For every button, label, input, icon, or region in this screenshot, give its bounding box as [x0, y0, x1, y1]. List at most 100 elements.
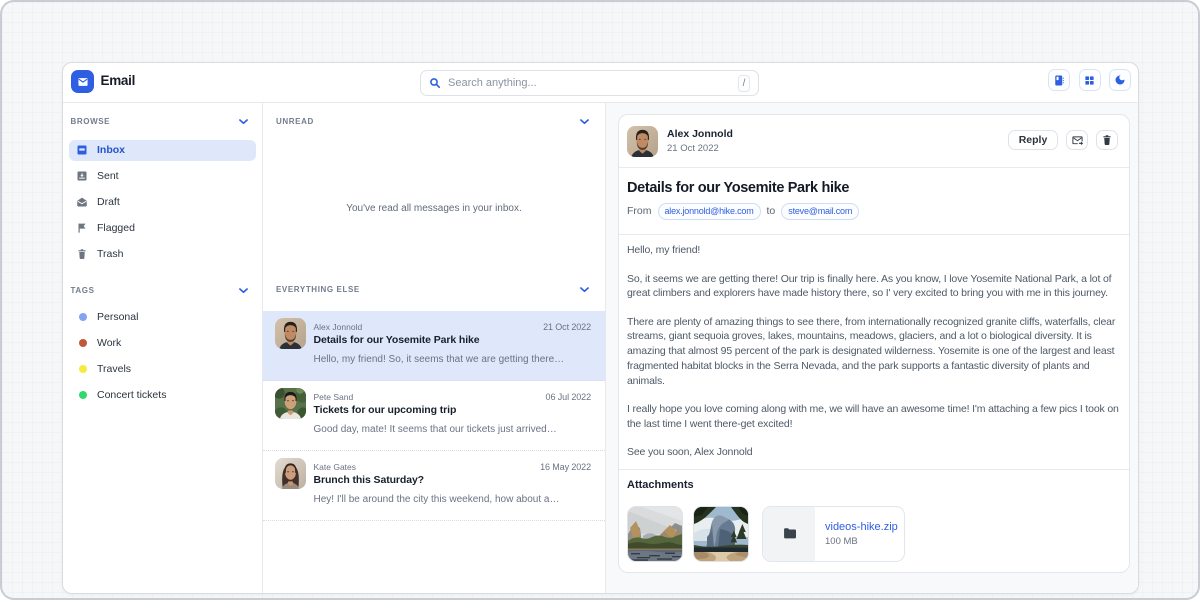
unread-section-header[interactable]: UNREAD [263, 114, 605, 130]
sidebar-item-label: Draft [97, 196, 120, 208]
sidebar-item-label: Flagged [97, 222, 135, 234]
forward-to-inbox-icon [1071, 134, 1084, 147]
tag-dot-work [79, 339, 87, 347]
tags-section-header[interactable]: TAGS [63, 283, 262, 299]
browse-list: Inbox Sent Draft [63, 140, 262, 265]
trash-icon [76, 248, 88, 260]
zip-info: videos-hike.zip 100 MB [815, 507, 898, 561]
tag-label: Personal [97, 311, 138, 323]
attachment-zip-card[interactable]: videos-hike.zip 100 MB [762, 506, 905, 562]
chevron-down-icon[interactable] [580, 119, 589, 125]
email-header: Alex Jonnold 21 Oct 2022 Reply [627, 126, 1118, 157]
tag-label: Concert tickets [97, 389, 166, 401]
sidebar-item-label: Sent [97, 170, 119, 182]
tag-label: Work [97, 337, 121, 349]
browse-label: BROWSE [71, 117, 111, 126]
from-label: From [627, 205, 652, 217]
search-input[interactable]: Search anything... / [420, 70, 759, 96]
browse-section-header[interactable]: BROWSE [63, 114, 262, 130]
mail-item-sender: Kate Gates [314, 462, 357, 472]
trash-icon [1101, 134, 1113, 146]
avatar-pete-sand [275, 388, 306, 419]
sidebar-item-sent[interactable]: Sent [69, 166, 256, 187]
app-title: Email [101, 73, 136, 88]
mail-list-item-1[interactable]: Alex Jonnold 21 Oct 2022 Details for our… [263, 311, 605, 381]
flag-icon [76, 222, 88, 234]
from-address-chip[interactable]: alex.jonnold@hike.com [658, 203, 761, 220]
attachment-photo-half-dome[interactable] [693, 506, 749, 562]
mail-list-item-2[interactable]: Pete Sand 06 Jul 2022 Tickets for our up… [263, 381, 605, 451]
mail-list-item-3[interactable]: Kate Gates 16 May 2022 Brunch this Satur… [263, 451, 605, 521]
tag-dot-travels [79, 365, 87, 373]
attachment-photo-yosemite-valley[interactable] [627, 506, 683, 562]
email-body: Hello, my friend! So, it seems we are ge… [627, 243, 1119, 460]
tags-list: Personal Work Travels Concert tickets [63, 306, 262, 405]
moon-icon [1114, 74, 1126, 86]
zip-file-size: 100 MB [825, 536, 898, 547]
mail-item-content: Alex Jonnold 21 Oct 2022 Details for our… [314, 318, 592, 380]
chevron-down-icon[interactable] [239, 288, 248, 294]
email-paragraph: See you soon, Alex Jonnold [627, 445, 1119, 460]
book-button[interactable] [1048, 69, 1070, 91]
header-actions [1048, 69, 1131, 91]
inbox-icon [76, 144, 88, 156]
tag-item-work[interactable]: Work [69, 332, 256, 353]
outbox-icon [76, 170, 88, 182]
mail-item-subject: Tickets for our upcoming trip [314, 404, 592, 417]
page-background: Email Search anything... / [0, 0, 1200, 600]
dark-mode-button[interactable] [1109, 69, 1131, 91]
sidebar: BROWSE Inbox Sent [63, 103, 263, 593]
sidebar-item-inbox[interactable]: Inbox [69, 140, 256, 161]
search-icon [429, 77, 441, 89]
mail-items: Alex Jonnold 21 Oct 2022 Details for our… [263, 311, 605, 521]
mail-item-snippet: Good day, mate! It seems that our ticket… [314, 424, 592, 436]
tag-dot-personal [79, 313, 87, 321]
folder-icon [783, 528, 796, 539]
email-paragraph: So, it seems we are getting there! Our t… [627, 272, 1119, 301]
chevron-down-icon[interactable] [580, 287, 589, 293]
mail-list-column: UNREAD You've read all messages in your … [263, 103, 606, 593]
envelope-icon [76, 75, 90, 89]
search-placeholder: Search anything... [448, 77, 738, 89]
reply-button[interactable]: Reply [1008, 130, 1058, 150]
mail-view-pane: Alex Jonnold 21 Oct 2022 Reply [606, 103, 1138, 593]
email-paragraph: Hello, my friend! [627, 243, 1119, 258]
divider [619, 167, 1129, 168]
mail-item-subject: Brunch this Saturday? [314, 474, 592, 487]
apps-button[interactable] [1079, 69, 1101, 91]
mail-item-snippet: Hey! I'll be around the city this weeken… [314, 494, 592, 506]
avatar-kate-gates [275, 458, 306, 489]
mail-item-sender: Alex Jonnold [314, 322, 363, 332]
divider [619, 234, 1129, 235]
attachments-label: Attachments [627, 479, 1118, 491]
mail-item-date: 21 Oct 2022 [543, 322, 591, 332]
email-actions: Reply [1008, 126, 1118, 150]
sidebar-item-trash[interactable]: Trash [69, 244, 256, 265]
mail-item-date: 16 May 2022 [540, 462, 591, 472]
app-logo [71, 70, 94, 93]
to-address-chip[interactable]: steve@mail.com [781, 203, 859, 220]
mail-item-content: Kate Gates 16 May 2022 Brunch this Satur… [314, 458, 592, 520]
tag-item-concert-tickets[interactable]: Concert tickets [69, 384, 256, 405]
forward-button[interactable] [1066, 130, 1088, 150]
email-sender-name: Alex Jonnold [667, 128, 733, 140]
sidebar-item-draft[interactable]: Draft [69, 192, 256, 213]
avatar-alex-jonnold [627, 126, 658, 157]
sidebar-item-flagged[interactable]: Flagged [69, 218, 256, 239]
top-bar: Email Search anything... / [63, 63, 1138, 103]
tag-item-travels[interactable]: Travels [69, 358, 256, 379]
email-from-to-row: From alex.jonnold@hike.com to steve@mail… [627, 203, 1118, 220]
unread-empty-state: You've read all messages in your inbox. [263, 130, 605, 282]
mail-item-sender: Pete Sand [314, 392, 354, 402]
delete-button[interactable] [1096, 130, 1118, 150]
divider [619, 469, 1129, 470]
chevron-down-icon[interactable] [239, 119, 248, 125]
sidebar-item-label: Inbox [97, 144, 125, 156]
email-sender-block: Alex Jonnold 21 Oct 2022 [667, 126, 733, 154]
everything-else-label: EVERYTHING ELSE [276, 285, 360, 294]
tag-item-personal[interactable]: Personal [69, 306, 256, 327]
email-date: 21 Oct 2022 [667, 143, 733, 154]
everything-else-section-header[interactable]: EVERYTHING ELSE [263, 282, 605, 298]
tags-section: TAGS Personal Work Travels [63, 283, 262, 406]
apps-grid-icon [1084, 75, 1095, 86]
